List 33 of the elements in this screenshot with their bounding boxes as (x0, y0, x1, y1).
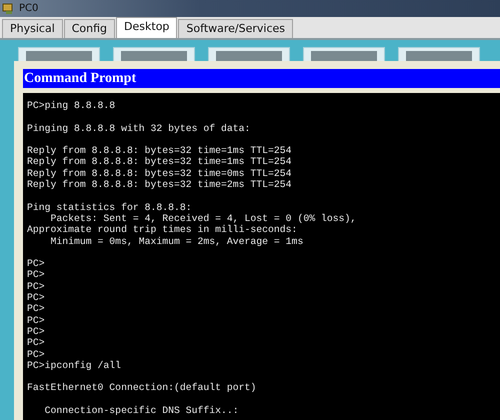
terminal-line: Connection-specific DNS Suffix..: (44, 405, 240, 416)
terminal-line: Pinging 8.8.8.8 with 32 bytes of data: (27, 122, 252, 134)
terminal-line: PC> (27, 269, 46, 281)
terminal-line: Reply from 8.8.8.8: bytes=32 time=1ms TTL=254 (27, 145, 293, 156)
terminal-line: Reply from 8.8.8.8: bytes=32 time=2ms TTL=254 (27, 179, 293, 190)
terminal-line: PC>ping 8.8.8.8 (27, 100, 116, 112)
terminal-line: Approximate round trip times in milli-seconds: (27, 224, 298, 236)
terminal-line: PC> (27, 326, 46, 338)
terminal-line: PC> (27, 337, 46, 349)
tab[interactable]: Physical (2, 19, 63, 38)
terminal-line: Reply from 8.8.8.8: bytes=32 time=0ms TTL=254 (27, 168, 293, 180)
tab[interactable]: Software/Services (178, 19, 294, 38)
terminal-line: PC> (27, 348, 46, 360)
terminal-line: PC> (27, 258, 46, 270)
app-icon[interactable] (398, 47, 480, 61)
terminal-line: Ping statistics for 8.8.8.8: (27, 202, 193, 213)
terminal-line: PC> (27, 280, 46, 292)
app-icon[interactable] (18, 47, 100, 61)
tab[interactable]: Desktop (116, 17, 178, 38)
terminal-line: Reply from 8.8.8.8: bytes=32 time=1ms TTL=254 (27, 156, 293, 168)
terminal-line: PC>ipconfig /all (27, 360, 122, 372)
app-icon[interactable] (208, 47, 290, 61)
terminal-line: PC> (27, 292, 46, 304)
terminal-line: Packets: Sent = 4, Received = 4, Lost = 0 (0% loss), (50, 212, 358, 224)
tab[interactable]: Config (64, 19, 116, 38)
terminal-line: FastEthernet0 Connection:(default port) (27, 382, 258, 394)
terminal-line: PC> (27, 314, 46, 326)
terminal-line: PC> (27, 303, 46, 315)
window-title: PC0 (19, 3, 38, 14)
terminal-line: Minimum = 0ms, Maximum = 2ms, Average = 1ms (50, 236, 304, 247)
command-prompt-title: Command Prompt (24, 70, 136, 86)
app-icon[interactable] (113, 47, 195, 61)
app-icon[interactable] (303, 47, 385, 61)
